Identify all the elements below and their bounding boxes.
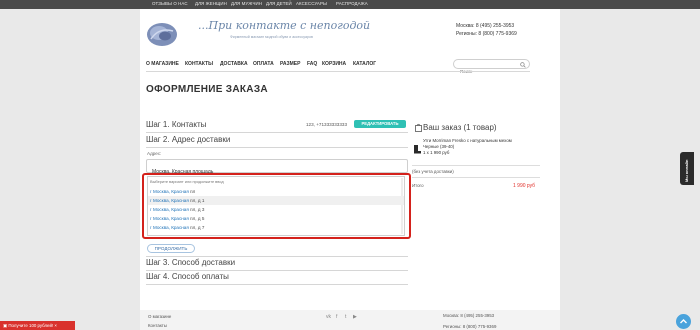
logo-icon[interactable] bbox=[145, 21, 179, 48]
header-phone-moscow: Москва: 8 (495) 255-3953 bbox=[456, 23, 515, 29]
step-divider bbox=[146, 284, 408, 285]
footer-phone-regions: Регионы: 8 (800) 775-9369 bbox=[443, 324, 497, 329]
logo-text[interactable]: ...При контакте с непогодой bbox=[198, 19, 370, 32]
product-price-qty: 1 x 1 990 руб bbox=[423, 150, 450, 155]
youtube-icon[interactable]: ▶ bbox=[353, 314, 357, 320]
cart-divider bbox=[412, 177, 540, 178]
nav-item-delivery[interactable]: ДОСТАВКА bbox=[220, 61, 248, 67]
page-container: ...При контакте с непогодой Фирменный ма… bbox=[140, 9, 560, 330]
nav-item-contacts[interactable]: КОНТАКТЫ bbox=[185, 61, 213, 67]
search-icon[interactable] bbox=[520, 61, 526, 68]
footer-link-contacts[interactable]: Контакты bbox=[148, 323, 167, 328]
search-box bbox=[453, 59, 530, 76]
nav-item-size[interactable]: РАЗМЕР bbox=[280, 61, 300, 67]
cart-icon bbox=[415, 123, 422, 132]
step-3-heading[interactable]: Шаг 3. Способ доставки bbox=[146, 258, 235, 267]
step-1-heading[interactable]: Шаг 1. Контакты bbox=[146, 120, 206, 129]
facebook-icon[interactable]: f bbox=[336, 314, 337, 320]
top-menu-bar: ОТЗЫВЫ О НАС ДЛЯ ЖЕНЩИН ДЛЯ МУЖЧИН ДЛЯ Д… bbox=[0, 0, 700, 9]
page-title: ОФОРМЛЕНИЕ ЗАКАЗА bbox=[146, 84, 268, 95]
total-value: 1 990 руб bbox=[513, 183, 536, 189]
logo-tagline: Фирменный магазин модной обуви и аксессу… bbox=[230, 35, 313, 39]
step-divider bbox=[146, 147, 408, 148]
contact-summary: 123, +71333333333 bbox=[306, 122, 348, 127]
total-label: Итого bbox=[412, 183, 424, 188]
product-thumbnail-icon[interactable] bbox=[412, 144, 422, 154]
nav-item-catalog[interactable]: КАТАЛОГ bbox=[353, 61, 376, 67]
online-chat-label: Мы онлайн bbox=[684, 159, 689, 182]
nav-item-cart[interactable]: КОРЗИНА bbox=[322, 61, 346, 67]
edit-contacts-button[interactable]: РЕДАКТИРОВАТЬ bbox=[354, 120, 406, 128]
footer bbox=[140, 310, 560, 330]
header-phone-regions: Регионы: 8 (800) 775-9369 bbox=[456, 31, 517, 37]
topbar-link-accessories[interactable]: АКСЕССУАРЫ bbox=[296, 1, 327, 6]
twitter-icon[interactable]: t bbox=[345, 314, 346, 320]
topbar-link-men[interactable]: ДЛЯ МУЖЧИН bbox=[231, 1, 262, 6]
chevron-up-icon bbox=[680, 319, 687, 324]
close-icon[interactable]: × bbox=[53, 323, 57, 328]
topbar-link-reviews[interactable]: ОТЗЫВЫ О НАС bbox=[152, 1, 188, 6]
online-chat-tab[interactable]: Мы онлайн bbox=[680, 152, 694, 185]
topbar-link-kids[interactable]: ДЛЯ ДЕТЕЙ bbox=[266, 1, 292, 6]
footer-link-about[interactable]: О магазине bbox=[148, 314, 171, 319]
topbar-link-women[interactable]: ДЛЯ ЖЕНЩИН bbox=[195, 1, 227, 6]
delivery-note: (без учета доставки) bbox=[412, 169, 454, 174]
step-4-heading[interactable]: Шаг 4. Способ оплаты bbox=[146, 272, 229, 281]
cart-divider bbox=[412, 165, 540, 166]
nav-item-payment[interactable]: ОПЛАТА bbox=[253, 61, 274, 67]
step-2-heading[interactable]: Шаг 2. Адрес доставки bbox=[146, 135, 230, 144]
nav-divider bbox=[146, 71, 530, 72]
step-divider bbox=[146, 132, 408, 133]
suggestions-highlight-frame bbox=[142, 173, 411, 239]
gift-banner-text: Получите 100 рублей! bbox=[8, 323, 54, 328]
step-divider bbox=[146, 256, 408, 257]
scroll-up-button[interactable] bbox=[676, 314, 691, 329]
continue-button[interactable]: ПРОДОЛЖИТЬ bbox=[147, 244, 195, 253]
cart-title: Ваш заказ (1 товар) bbox=[423, 123, 497, 132]
gift-banner[interactable]: ▣ Получите 100 рублей! × bbox=[0, 321, 75, 330]
address-field-wrapper bbox=[146, 159, 408, 178]
step-divider bbox=[146, 270, 408, 271]
topbar-link-sale[interactable]: РАСПРОДАЖА bbox=[336, 1, 368, 6]
vk-icon[interactable]: vk bbox=[326, 314, 331, 320]
footer-phone-moscow: Москва: 8 (495) 255-3953 bbox=[443, 313, 495, 318]
nav-item-faq[interactable]: FAQ bbox=[307, 61, 317, 67]
cart-product-info: Угги Morriman Fresko с натуральным мехом… bbox=[423, 138, 512, 156]
address-label: Адрес: bbox=[147, 151, 162, 156]
nav-item-about[interactable]: О МАГАЗИНЕ bbox=[146, 61, 179, 67]
